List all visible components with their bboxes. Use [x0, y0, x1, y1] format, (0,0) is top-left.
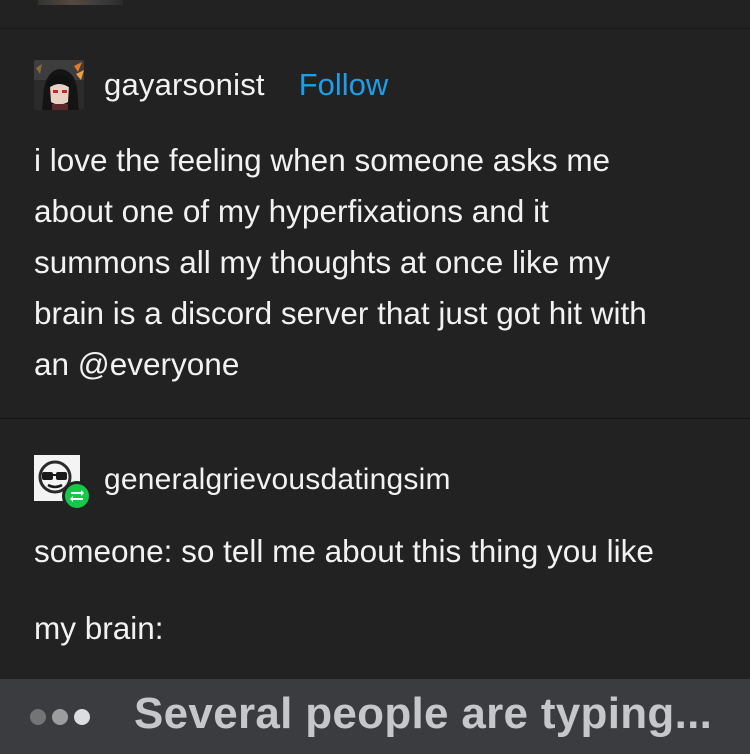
follow-button[interactable]: Follow	[299, 67, 389, 103]
post-body-text: i love the feeling when someone asks me …	[34, 142, 647, 382]
typing-dots-icon	[30, 709, 90, 725]
tumblr-post-screenshot: gayarsonist Follow i love the feeling wh…	[0, 0, 750, 754]
discord-typing-indicator: Several people are typing...	[0, 679, 750, 754]
avatar-image	[34, 60, 84, 110]
original-post: gayarsonist Follow i love the feeling wh…	[0, 29, 750, 417]
retweet-arrows-icon	[62, 481, 92, 511]
reblog-header: generalgrievousdatingsim	[34, 455, 451, 511]
avatar[interactable]	[34, 60, 84, 110]
typing-status-text: Several people are typing...	[134, 689, 713, 738]
reblog-avatar[interactable]	[34, 455, 92, 511]
original-post-header: gayarsonist Follow	[34, 60, 388, 110]
username[interactable]: gayarsonist	[104, 67, 265, 103]
username[interactable]: generalgrievousdatingsim	[104, 463, 451, 497]
cropped-image-edge	[38, 0, 123, 5]
reblog-post: generalgrievousdatingsim someone: so tel…	[0, 419, 750, 679]
reblog-body-line-1: someone: so tell me about this thing you…	[34, 533, 654, 569]
previous-post-edge	[0, 0, 750, 29]
reblog-body-line-2: my brain:	[34, 610, 164, 646]
